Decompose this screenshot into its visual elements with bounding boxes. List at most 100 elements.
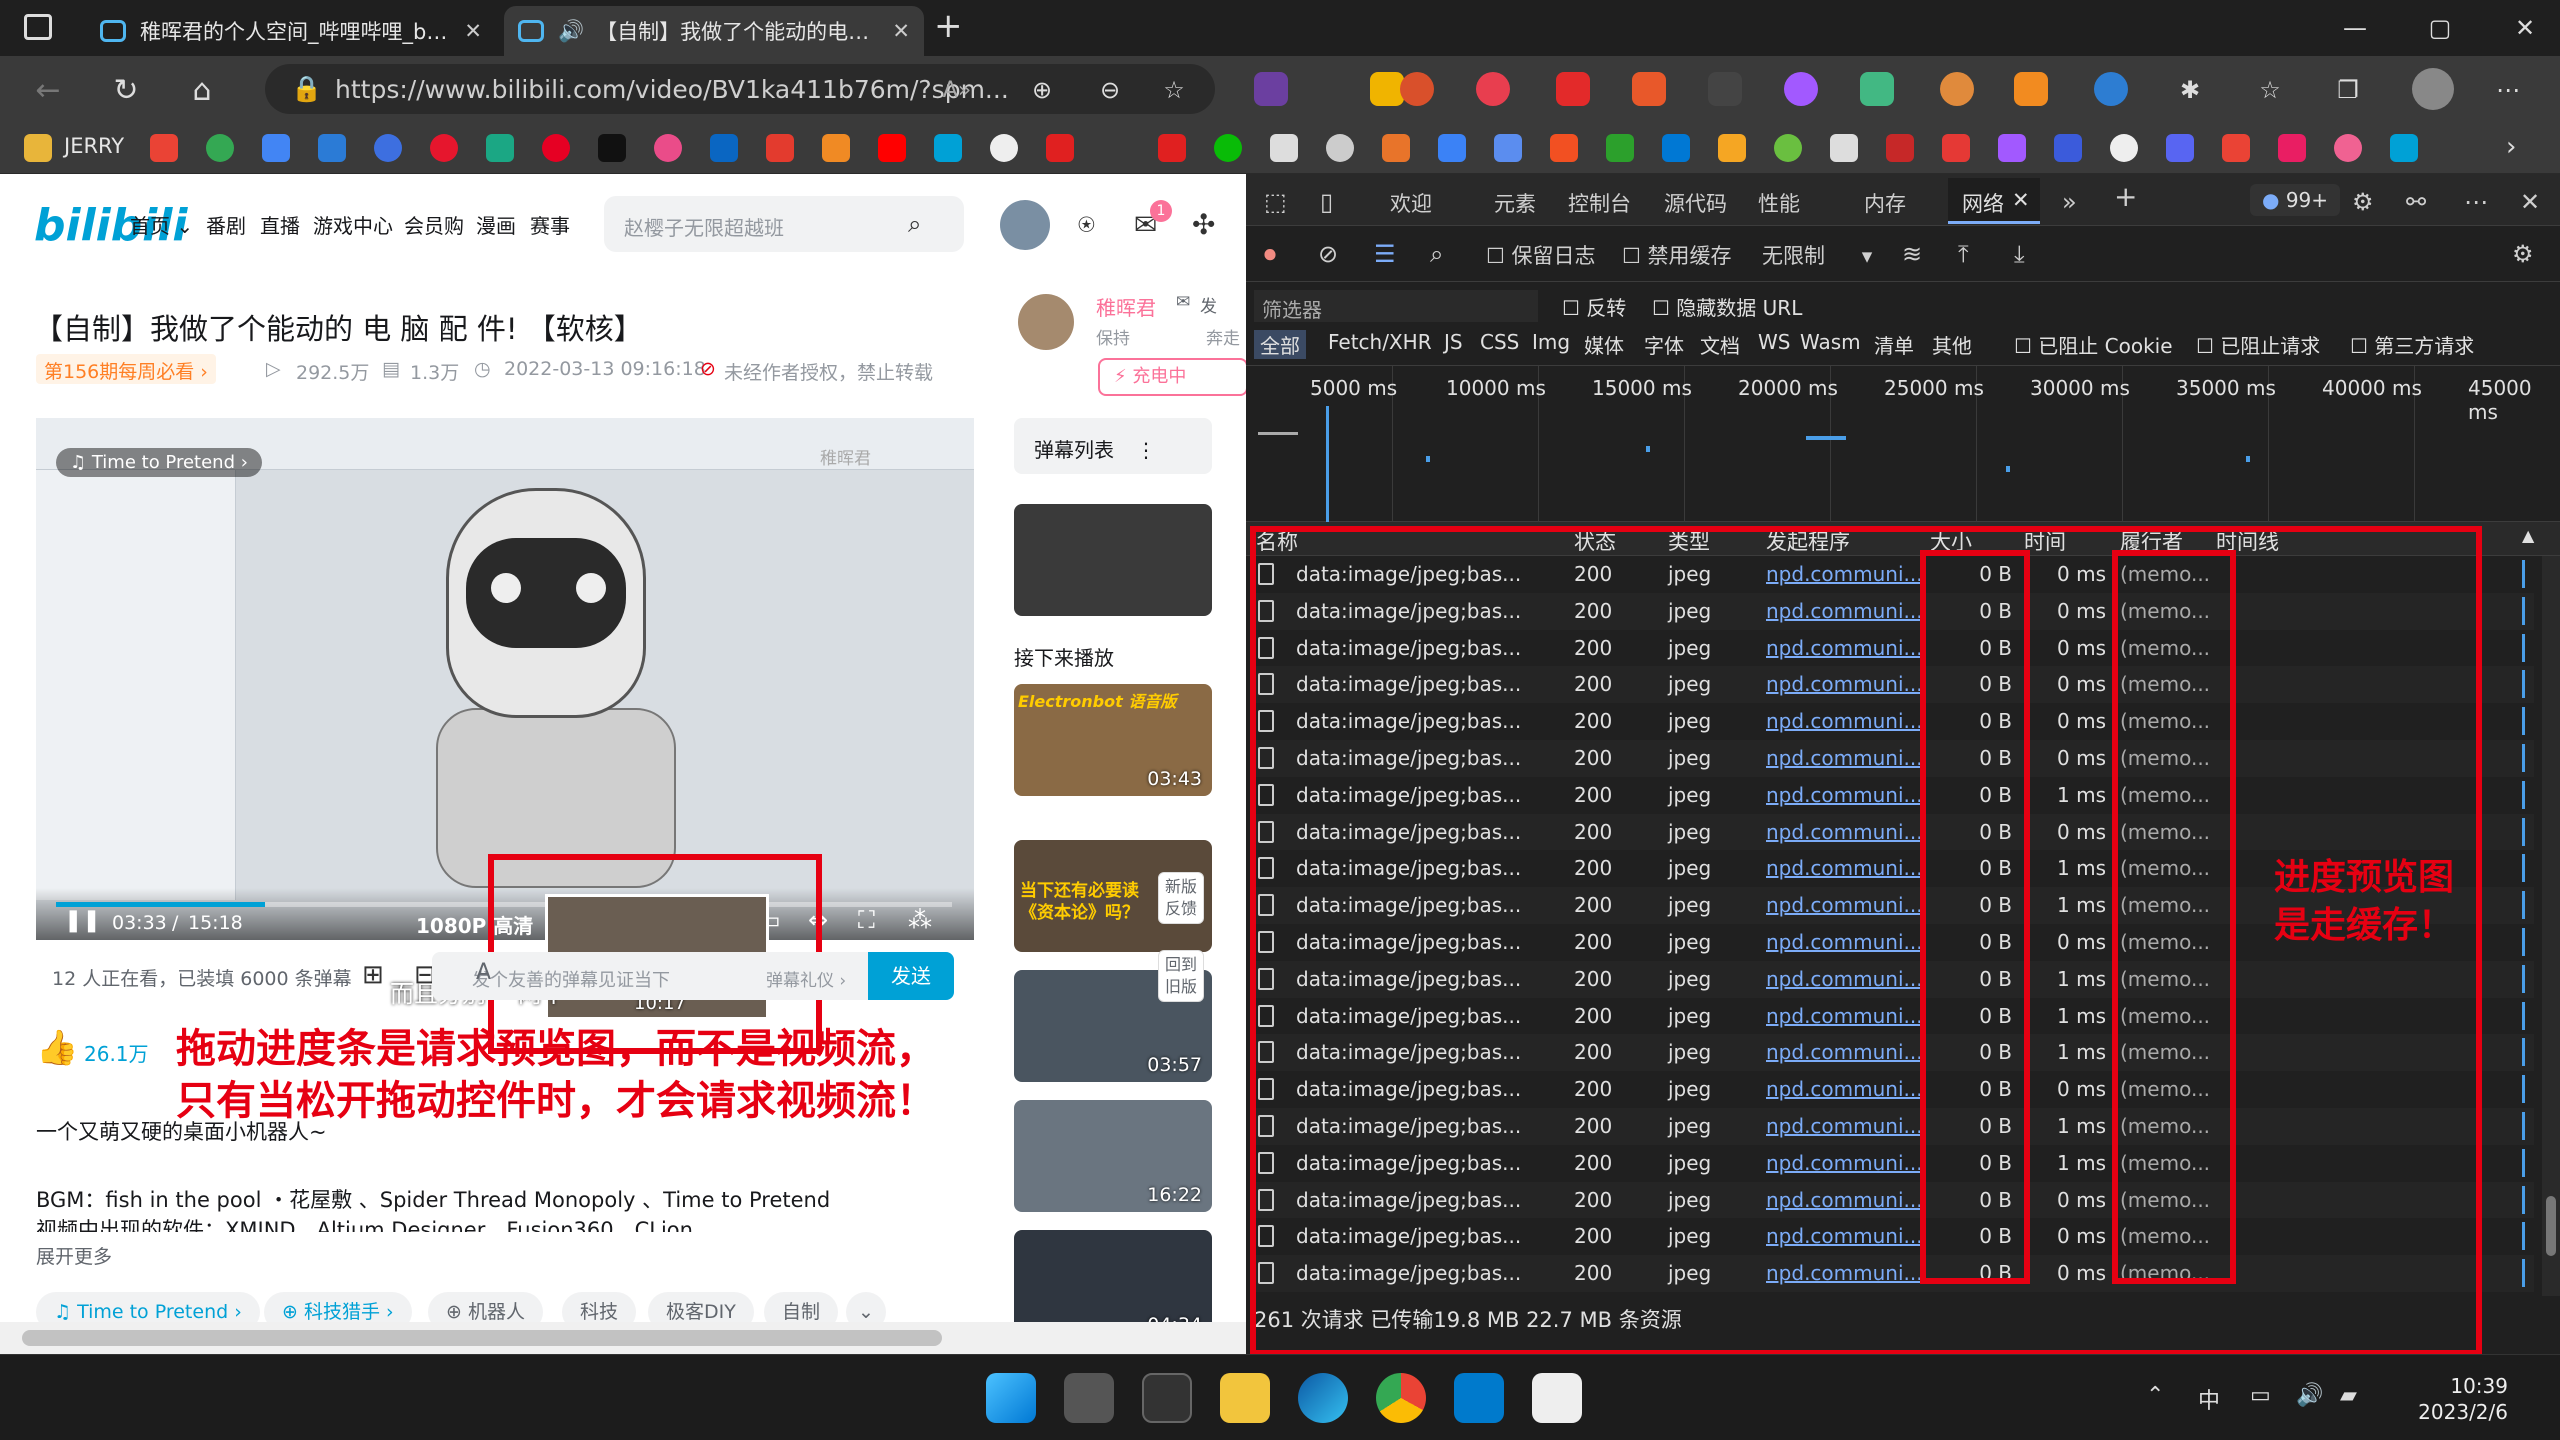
scrollbar-thumb[interactable]: [22, 1330, 942, 1346]
video-thumbnail[interactable]: 16:22: [1014, 1100, 1212, 1212]
battery-icon[interactable]: ▰: [2340, 1383, 2357, 1408]
expand-more-link[interactable]: 展开更多: [36, 1242, 112, 1269]
refresh-button[interactable]: ↻: [104, 68, 148, 112]
extension-icon[interactable]: [1784, 72, 1818, 106]
charge-button[interactable]: ⚡ 充电中: [1098, 358, 1246, 396]
danmaku-etiquette-link[interactable]: 弹幕礼仪 ›: [766, 966, 846, 991]
extension-icon[interactable]: [1940, 72, 1974, 106]
speaker-icon[interactable]: 🔊: [558, 19, 584, 44]
zhihu-icon[interactable]: [710, 134, 738, 162]
youtube-icon[interactable]: [878, 134, 906, 162]
github-icon[interactable]: [990, 134, 1018, 162]
settings-icon[interactable]: ⚙: [2352, 188, 2374, 216]
filter-other[interactable]: 其他: [1932, 330, 1972, 359]
favorite-add-icon[interactable]: ☆: [1152, 68, 1196, 112]
extension-icon[interactable]: [1370, 72, 1404, 106]
filter-ws[interactable]: WS: [1758, 330, 1790, 354]
message-uploader-label[interactable]: 发: [1200, 292, 1217, 317]
more-tabs-icon[interactable]: »: [2062, 188, 2077, 216]
sort-up-icon[interactable]: ▲: [2522, 526, 2534, 545]
vertical-scrollbar[interactable]: [2542, 556, 2560, 1296]
filter-doc[interactable]: 文档: [1700, 330, 1740, 359]
danmaku-list-panel[interactable]: 弹幕列表 ⋮: [1014, 418, 1212, 474]
filter-fetch-xhr[interactable]: Fetch/XHR: [1328, 330, 1432, 354]
tab-space[interactable]: 稚晖君的个人空间_哔哩哔哩_bilibili ✕: [86, 6, 496, 56]
extension-icon[interactable]: [2014, 72, 2048, 106]
bookmark-icon[interactable]: [2110, 134, 2138, 162]
extension-icon[interactable]: [1476, 72, 1510, 106]
third-party-checkbox[interactable]: ☐ 第三方请求: [2350, 330, 2474, 359]
bookmark-icon[interactable]: [1326, 134, 1354, 162]
music-tag-overlay[interactable]: ♫ Time to Pretend ›: [56, 448, 262, 477]
nav-live[interactable]: 直播: [260, 210, 300, 239]
gmail-icon[interactable]: [150, 134, 178, 162]
bookmark-icon[interactable]: [1494, 134, 1522, 162]
network-settings-icon[interactable]: ⚙: [2512, 240, 2534, 268]
horizontal-scrollbar[interactable]: [0, 1322, 1246, 1354]
record-button[interactable]: ⏺: [1264, 240, 1276, 268]
bilibili-icon[interactable]: [2390, 134, 2418, 162]
tab-close-icon[interactable]: ✕: [464, 19, 482, 43]
throttle-select[interactable]: 无限制 ▾: [1762, 240, 1872, 270]
volume-icon[interactable]: 🔊: [2296, 1383, 2323, 1408]
collections-icon[interactable]: ❐: [2326, 68, 2370, 112]
more-menu-icon[interactable]: ⋯: [2486, 68, 2530, 112]
connect-icon[interactable]: ⚯: [2406, 188, 2426, 216]
preserve-log-checkbox[interactable]: ☐ 保留日志: [1486, 240, 1596, 270]
ime-indicator[interactable]: 中: [2198, 1383, 2220, 1415]
uploader-name[interactable]: 稚晖君: [1096, 292, 1156, 321]
bookmark-icon[interactable]: [374, 134, 402, 162]
extension-icon[interactable]: [2094, 72, 2128, 106]
add-tab-icon[interactable]: +: [2114, 180, 2137, 213]
feedback-button[interactable]: 新版反馈: [1158, 872, 1204, 924]
send-danmaku-button[interactable]: 发送: [868, 952, 954, 1000]
tab-elements[interactable]: 元素: [1494, 188, 1536, 218]
gmail-icon[interactable]: [2222, 134, 2250, 162]
bookmark-icon[interactable]: [1774, 134, 1802, 162]
filter-css[interactable]: CSS: [1480, 330, 1519, 354]
wechat-icon[interactable]: [1214, 134, 1242, 162]
pause-button[interactable]: ❚❚: [64, 908, 101, 933]
filter-img[interactable]: Img: [1532, 330, 1570, 354]
message-uploader-icon[interactable]: ✉: [1176, 292, 1190, 312]
extension-icon[interactable]: [1556, 72, 1590, 106]
back-button[interactable]: ←: [26, 68, 70, 112]
export-icon[interactable]: ⤓: [2014, 240, 2025, 268]
more-options-icon[interactable]: ⋯: [2464, 188, 2488, 216]
extension-icon[interactable]: [1860, 72, 1894, 106]
import-icon[interactable]: ⤒: [1958, 240, 1969, 268]
extension-puzzle-icon[interactable]: ⊕: [1020, 68, 1064, 112]
more-bookmarks-icon[interactable]: ›: [2506, 132, 2516, 162]
file-explorer-icon[interactable]: [1220, 1373, 1270, 1423]
bookmark-icon[interactable]: [1718, 134, 1746, 162]
system-clock[interactable]: 10:39 2023/2/6: [2418, 1373, 2508, 1425]
figma-icon[interactable]: [1998, 134, 2026, 162]
profile-avatar[interactable]: [2412, 68, 2454, 110]
old-version-button[interactable]: 回到旧版: [1158, 950, 1204, 1002]
bookmark-icon[interactable]: [1942, 134, 1970, 162]
bookmark-icon[interactable]: [486, 134, 514, 162]
bookmark-icon[interactable]: [2054, 134, 2082, 162]
inspect-icon[interactable]: ⬚: [1264, 188, 1287, 216]
filter-media[interactable]: 媒体: [1584, 330, 1624, 359]
favorites-icon[interactable]: ☆: [2248, 68, 2292, 112]
bookmark-icon[interactable]: [822, 134, 850, 162]
bookmark-icon[interactable]: [1382, 134, 1410, 162]
tab-welcome[interactable]: 欢迎: [1390, 188, 1432, 218]
windows-start-icon[interactable]: [986, 1373, 1036, 1423]
bookmark-icon[interactable]: [1886, 134, 1914, 162]
network-conditions-icon[interactable]: ≋: [1902, 240, 1922, 268]
bookmark-icon[interactable]: [766, 134, 794, 162]
maximize-button[interactable]: ▢: [2395, 0, 2485, 56]
blocked-cookie-checkbox[interactable]: ☐ 已阻止 Cookie: [2014, 330, 2173, 359]
bookmark-icon[interactable]: [2278, 134, 2306, 162]
weibo-icon[interactable]: [430, 134, 458, 162]
blocked-requests-checkbox[interactable]: ☐ 已阻止请求: [2196, 330, 2320, 359]
issues-badge[interactable]: ● 99+: [2250, 184, 2341, 216]
url-bar[interactable]: 🔒 https://www.bilibili.com/video/BV1ka41…: [265, 64, 1215, 114]
danmaku-toggle-icon[interactable]: ⊞: [362, 960, 384, 990]
danmaku-style-icon[interactable]: A: [476, 960, 491, 985]
bookmark-icon[interactable]: [1270, 134, 1298, 162]
bookmark-icon[interactable]: [1830, 134, 1858, 162]
video-thumbnail[interactable]: [1014, 504, 1212, 616]
